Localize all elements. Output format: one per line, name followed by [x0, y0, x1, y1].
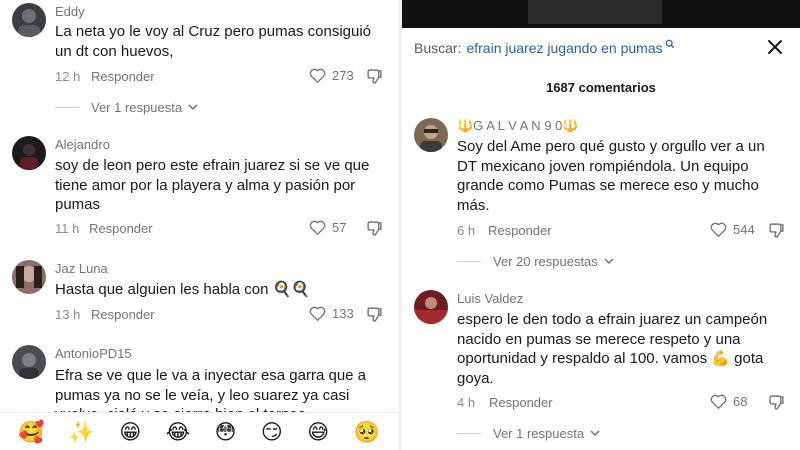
heart-icon [710, 394, 727, 409]
comment-text: Hasta que alguien les habla con 🍳🍳 [55, 281, 311, 298]
like-button[interactable]: 68 [710, 394, 747, 409]
avatar[interactable] [12, 260, 46, 294]
view-replies-button[interactable]: Ver 1 respuesta [457, 426, 600, 441]
heart-icon [710, 222, 727, 237]
comment-time: 11 h [55, 221, 80, 236]
like-count: 68 [733, 394, 748, 409]
emoji-reaction-bar: 🥰 ✨ 😁 😂 😳 😏 😅 🥺 [0, 412, 398, 450]
view-replies-label: Ver 20 respuestas [493, 254, 598, 269]
comment-time: 4 h [457, 395, 476, 410]
dislike-button[interactable] [768, 222, 785, 244]
comments-panel-right: Buscar: efrain juarez jugando en pumas 1… [402, 0, 800, 450]
like-count: 133 [332, 306, 354, 321]
view-replies-label: Ver 1 respuesta [91, 100, 183, 115]
comment-text: soy de leon pero este efrain juarez si s… [55, 157, 370, 213]
view-replies-label: Ver 1 respuesta [493, 426, 585, 441]
avatar[interactable] [12, 136, 46, 170]
avatar[interactable] [12, 3, 46, 37]
chevron-down-icon [604, 258, 614, 265]
search-suggestion[interactable]: Buscar: efrain juarez jugando en pumas [414, 39, 675, 56]
like-button[interactable]: 57 [309, 220, 346, 235]
emoji-sweat-smile-button[interactable]: 😅 [307, 420, 329, 444]
comment-text: espero le den todo a efrain juarez un ca… [457, 311, 768, 387]
thumbs-down-icon [769, 395, 784, 410]
dislike-button[interactable] [366, 68, 383, 90]
emoji-pleading-button[interactable]: 🥺 [354, 420, 380, 444]
comment-username[interactable]: 🔱G A L V A N 9 0🔱 [457, 118, 579, 134]
view-replies-button[interactable]: Ver 1 respuesta [55, 100, 198, 115]
thumbs-down-icon [769, 223, 784, 238]
comment-username[interactable]: Alejandro [55, 137, 110, 152]
search-query-link[interactable]: efrain juarez jugando en pumas [466, 40, 662, 56]
like-count: 273 [332, 68, 354, 83]
emoji-grin-button[interactable]: 😁 [119, 420, 141, 444]
chevron-down-icon [590, 430, 600, 437]
comment-username[interactable]: Eddy [55, 4, 85, 19]
chevron-down-icon [188, 104, 198, 111]
close-button[interactable] [766, 38, 784, 61]
thumbs-down-icon [367, 221, 382, 236]
like-button[interactable]: 544 [710, 222, 755, 237]
reply-button[interactable]: Responder [89, 221, 153, 236]
comment-username[interactable]: Jaz Luna [55, 261, 108, 276]
reply-button[interactable]: Responder [91, 307, 155, 322]
dislike-button[interactable] [366, 306, 383, 328]
avatar[interactable] [12, 345, 46, 379]
search-icon [665, 39, 674, 49]
view-replies-button[interactable]: Ver 20 respuestas [457, 254, 614, 269]
comments-sheet: Buscar: efrain juarez jugando en pumas 1… [402, 28, 800, 450]
comment-time: 6 h [457, 223, 476, 238]
emoji-sparkles-button[interactable]: ✨ [69, 420, 95, 444]
comment-time: 13 h [55, 307, 81, 322]
avatar[interactable] [414, 290, 448, 324]
heart-icon [309, 306, 326, 321]
dislike-button[interactable] [768, 394, 785, 416]
like-count: 57 [332, 220, 347, 235]
emoji-smirk-button[interactable]: 😏 [261, 420, 283, 444]
close-icon [768, 40, 782, 54]
thumbs-down-icon [367, 69, 382, 84]
heart-icon [309, 68, 326, 83]
emoji-tears-of-joy-button[interactable]: 😂 [166, 420, 191, 444]
like-button[interactable]: 133 [309, 306, 354, 321]
comment-count: 1687 comentarios [546, 80, 656, 95]
like-button[interactable]: 273 [309, 68, 354, 83]
comment-username[interactable]: Luis Valdez [457, 291, 523, 306]
reply-button[interactable]: Responder [488, 223, 552, 238]
video-preview[interactable] [402, 0, 800, 28]
avatar[interactable] [414, 118, 448, 152]
comments-panel-left: Eddy La neta yo le voy al Cruz pero puma… [0, 0, 398, 450]
heart-icon [309, 220, 326, 235]
like-count: 544 [733, 222, 755, 237]
emoji-smiling-hearts-button[interactable]: 🥰 [18, 420, 44, 444]
comment-time: 12 h [55, 69, 81, 84]
comment-text: La neta yo le voy al Cruz pero pumas con… [55, 23, 372, 60]
search-label: Buscar: [414, 40, 462, 56]
comment-username[interactable]: AntonioPD15 [55, 346, 132, 361]
thumbs-down-icon [367, 307, 382, 322]
reply-button[interactable]: Responder [91, 69, 155, 84]
reply-button[interactable]: Responder [489, 395, 553, 410]
dislike-button[interactable] [366, 220, 383, 242]
emoji-flushed-button[interactable]: 😳 [215, 420, 237, 444]
comment-text: Soy del Ame pero qué gusto y orgullo ver… [457, 138, 765, 214]
